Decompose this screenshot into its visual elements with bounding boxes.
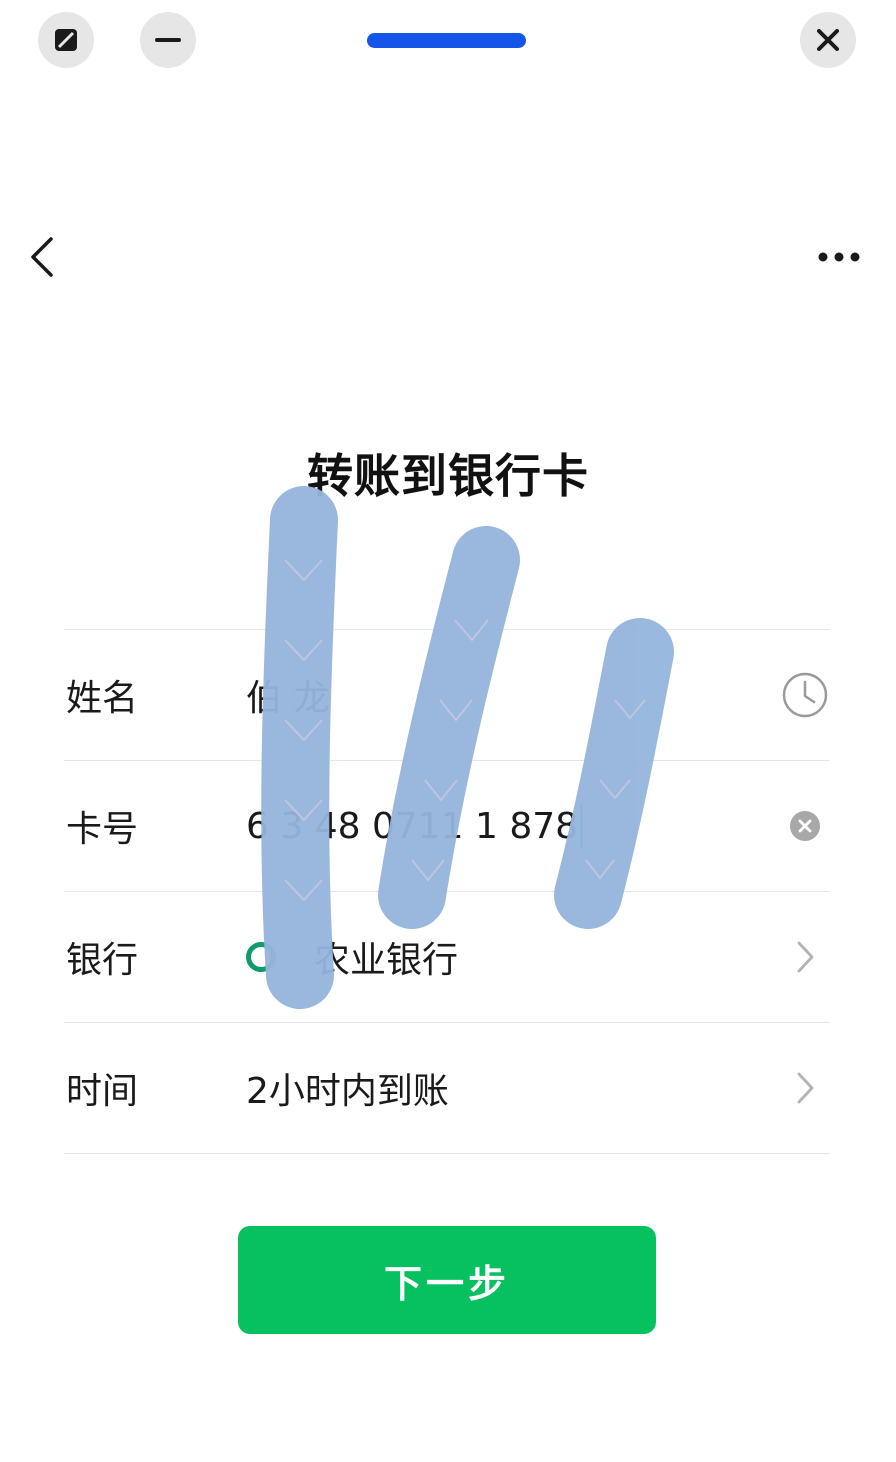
name-row[interactable]: 姓名 伯 龙 — [64, 630, 830, 761]
bank-label: 银行 — [66, 940, 139, 981]
card-number-text: 6 3 48 0711 1 878 — [246, 805, 579, 847]
window-drag-handle[interactable] — [367, 33, 526, 48]
transfer-form: 姓名 伯 龙 卡号 6 3 48 0711 1 878 银行 农业银行 时间 2… — [64, 629, 830, 1154]
bank-logo-icon — [246, 942, 276, 972]
time-row[interactable]: 时间 2小时内到账 — [64, 1023, 830, 1154]
time-label: 时间 — [66, 1071, 139, 1112]
name-field[interactable]: 伯 龙 — [246, 669, 329, 721]
page-title: 转账到银行卡 — [307, 449, 589, 503]
clear-icon — [790, 811, 820, 841]
chevron-right-icon — [797, 1072, 814, 1104]
next-step-button[interactable]: 下一步 — [238, 1226, 656, 1334]
bank-row[interactable]: 银行 农业银行 — [64, 892, 830, 1023]
close-window-button[interactable] — [800, 12, 856, 68]
clock-history-icon — [782, 672, 828, 718]
close-icon — [817, 29, 839, 51]
back-button[interactable] — [18, 232, 66, 282]
minimize-window-button[interactable] — [140, 12, 196, 68]
arrival-time-value[interactable]: 2小时内到账 — [246, 1062, 449, 1114]
name-label: 姓名 — [66, 678, 139, 719]
expand-icon — [55, 29, 77, 51]
minimize-icon — [155, 38, 181, 42]
expand-window-button[interactable] — [38, 12, 94, 68]
recent-payees-button[interactable] — [780, 670, 830, 720]
clear-card-button[interactable] — [780, 801, 830, 851]
chevron-left-icon — [31, 237, 53, 277]
time-chevron[interactable] — [780, 1063, 830, 1113]
card-number-field[interactable]: 6 3 48 0711 1 878 — [246, 804, 584, 848]
bank-name: 农业银行 — [314, 940, 459, 981]
more-options-button[interactable] — [812, 236, 866, 278]
bank-selector[interactable]: 农业银行 — [246, 931, 458, 983]
card-row[interactable]: 卡号 6 3 48 0711 1 878 — [64, 761, 830, 892]
bank-chevron[interactable] — [780, 932, 830, 982]
chevron-right-icon — [797, 941, 814, 973]
card-label: 卡号 — [66, 809, 139, 850]
text-cursor — [580, 804, 584, 848]
more-dots-icon — [818, 252, 860, 262]
